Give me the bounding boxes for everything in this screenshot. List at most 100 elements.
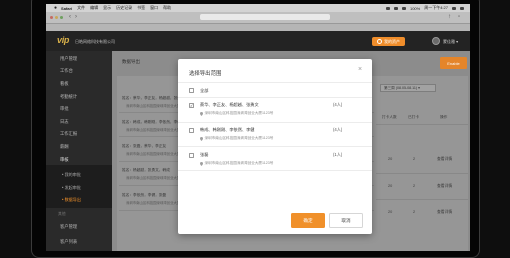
view-details-link[interactable]: 查看详情: [437, 210, 452, 215]
menubar-clock[interactable]: 周一下午4:27: [424, 5, 448, 11]
coin-icon: [377, 39, 382, 44]
table-cell: 20: [388, 157, 393, 161]
option-count: (4人): [333, 102, 343, 107]
user-menu[interactable]: 蒙佳雅: [443, 39, 458, 45]
battery-icon[interactable]: [401, 6, 406, 10]
sidebar: [46, 51, 112, 251]
option-checkbox[interactable]: [189, 128, 194, 133]
apple-icon[interactable]: ●: [54, 5, 57, 11]
my-assets-label: 我的资产: [384, 38, 400, 44]
menubar-status: 100% 周一下午4:27: [385, 5, 464, 11]
sidebar-item-workbench[interactable]: 工作台: [60, 68, 73, 74]
option-label[interactable]: 张磊: [200, 152, 208, 158]
table-cell: 2: [413, 157, 416, 161]
close-window-icon[interactable]: [50, 16, 53, 19]
option-count: (1人): [333, 152, 343, 157]
table-cell: 2: [413, 210, 416, 214]
record-names: 姓名：杨超越，张勇文，韩成: [122, 168, 170, 172]
sidebar-item-salary[interactable]: 薪酬: [60, 144, 69, 150]
confirm-button[interactable]: 确定: [291, 213, 325, 228]
table-cell: 2: [413, 184, 416, 188]
divider: [178, 97, 372, 98]
sidebar-item-dashboard[interactable]: 看板: [60, 81, 69, 87]
battery-percent: 100%: [409, 5, 421, 11]
company-name: 日皓网络科技有限公司: [75, 39, 115, 44]
option-address: 深圳市南山区科技园深圳湾创业大厦1123号: [200, 136, 273, 141]
sidebar-subitem-data-export[interactable]: 数据导出: [62, 197, 81, 203]
sidebar-item-attendance[interactable]: 考勤统计: [60, 94, 77, 100]
record-names: 姓名：蔡华，李正友，杨超越，张勇文: [122, 96, 185, 100]
share-icon[interactable]: ↑: [448, 14, 451, 20]
location-pin-icon: [200, 136, 203, 141]
menu-help[interactable]: 帮助: [163, 5, 171, 11]
sidebar-item-user-management[interactable]: 用户管理: [60, 56, 77, 62]
address-bar[interactable]: [200, 14, 330, 20]
week-select[interactable]: 第三周 (08.05-08.11): [380, 84, 436, 92]
browser-tab[interactable]: [46, 23, 470, 31]
volume-icon[interactable]: [393, 6, 398, 10]
menu-file[interactable]: 文件: [77, 5, 85, 11]
divider: [178, 82, 372, 83]
divider: [178, 146, 372, 147]
column-header: 打卡人数: [382, 115, 397, 119]
menu-history[interactable]: 历史记录: [116, 5, 132, 11]
menubar-app-name[interactable]: Safari: [61, 6, 72, 11]
tabs-icon[interactable]: ▫: [458, 14, 460, 20]
option-label[interactable]: 全部: [200, 88, 208, 94]
column-header: 操作: [440, 115, 448, 119]
divider: [178, 122, 372, 123]
menu-list-icon[interactable]: [460, 6, 464, 10]
option-address: 深圳市南山区科技园深圳湾创业大厦1123号: [200, 161, 273, 166]
menu-view[interactable]: 显示: [103, 5, 111, 11]
option-label[interactable]: 韩成、韩刚刚、李依然、李健: [200, 127, 254, 133]
sidebar-section-label: 其他: [58, 212, 66, 216]
wifi-icon[interactable]: [385, 6, 390, 10]
cancel-button[interactable]: 取消: [329, 213, 363, 228]
zoom-window-icon[interactable]: [60, 16, 63, 19]
option-checkbox[interactable]: [189, 153, 194, 158]
dialog-title: 选择导出范围: [189, 71, 222, 77]
option-label[interactable]: 蔡华、李正友、杨超越、张勇文: [200, 102, 259, 108]
option-address-text: 深圳市南山区科技园深圳湾创业大厦1123号: [204, 111, 274, 115]
sidebar-subitem-start-approval[interactable]: 发起审批: [62, 185, 81, 191]
back-icon[interactable]: ‹: [69, 14, 71, 20]
forward-icon[interactable]: ›: [75, 14, 77, 20]
view-details-link[interactable]: 查看详情: [437, 157, 452, 162]
search-icon[interactable]: [452, 6, 456, 10]
table-cell: 20: [388, 210, 393, 214]
sidebar-item-approval[interactable]: 审批: [60, 106, 69, 112]
record-names: 姓名：张磊，蔡华，李正友: [122, 144, 167, 148]
location-pin-icon: [200, 111, 203, 116]
export-range-dialog: 选择导出范围 × 全部 蔡华、李正友、杨超越、张勇文 (4人) 深圳市南山区科技…: [178, 59, 372, 234]
mac-menubar: ● Safari 文件 编辑 显示 历史记录 书签 窗口 帮助 100% 周一下…: [46, 4, 470, 12]
enable-button[interactable]: Enable: [440, 57, 467, 69]
brand-logo[interactable]: vip: [57, 35, 69, 45]
option-checkbox[interactable]: [189, 103, 194, 108]
sidebar-subitem-my-approvals[interactable]: 我的审批: [62, 172, 81, 178]
divider: [376, 124, 468, 125]
option-count: (4人): [333, 127, 343, 132]
my-assets-button[interactable]: 我的资产: [372, 37, 405, 46]
sidebar-item-review[interactable]: 审核: [60, 157, 69, 163]
option-all-checkbox[interactable]: [189, 88, 194, 93]
avatar[interactable]: [432, 37, 440, 45]
menu-window[interactable]: 窗口: [150, 5, 158, 11]
column-header: 已打卡: [408, 115, 420, 119]
sidebar-item-customer-management[interactable]: 客户管理: [60, 224, 77, 230]
record-names: 姓名：李依然，李健，张磊: [122, 193, 167, 197]
option-address-text: 深圳市南山区科技园深圳湾创业大厦1123号: [204, 136, 274, 140]
menu-edit[interactable]: 编辑: [90, 5, 98, 11]
option-address: 深圳市南山区科技园深圳湾创业大厦1123号: [200, 111, 273, 116]
sidebar-item-log[interactable]: 日志: [60, 119, 69, 125]
close-icon[interactable]: ×: [358, 66, 362, 73]
menu-bookmarks[interactable]: 书签: [137, 5, 145, 11]
divider: [376, 173, 468, 174]
page-title: 数据导出: [122, 59, 140, 64]
sidebar-item-customer-list[interactable]: 客户列表: [60, 239, 77, 245]
minimize-window-icon[interactable]: [55, 16, 58, 19]
record-names: 姓名：韩成，韩刚刚，李依然，李健: [122, 120, 181, 124]
sidebar-item-report[interactable]: 工作汇报: [60, 131, 77, 137]
view-details-link[interactable]: 查看详情: [437, 184, 452, 189]
table-cell: 20: [388, 184, 393, 188]
divider: [376, 199, 468, 200]
